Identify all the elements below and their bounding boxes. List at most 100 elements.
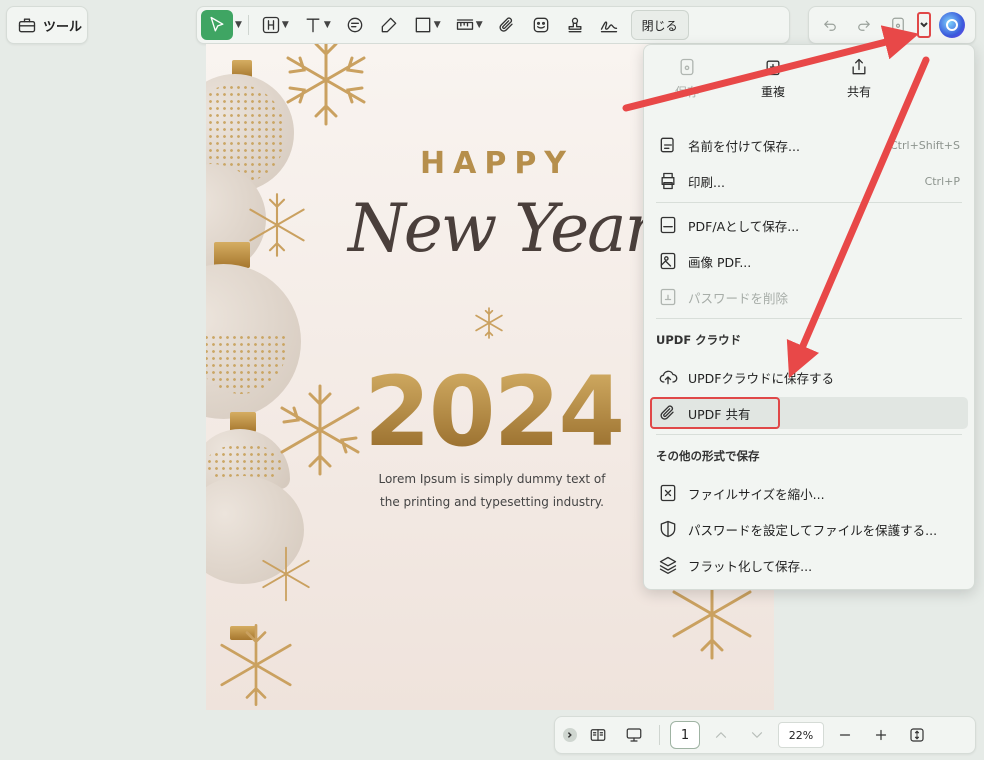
comment-icon xyxy=(345,15,365,35)
undo-button[interactable] xyxy=(815,11,845,39)
sticker-tool-button[interactable] xyxy=(525,10,557,40)
text-tool-button[interactable]: ▼ xyxy=(297,10,337,40)
body-text: Lorem Ipsum is simply dummy text of the … xyxy=(378,472,606,509)
chevron-down-icon xyxy=(920,22,928,28)
menu-item-remove-password[interactable]: パスワードを削除 xyxy=(650,281,968,313)
year-text: 2024 xyxy=(364,356,625,468)
menu-duplicate-button[interactable]: 重複 xyxy=(730,57,816,125)
rectangle-icon xyxy=(413,15,433,35)
attach-tool-button[interactable] xyxy=(491,10,523,40)
main-toolbar: ▼ ▼ ▼ ▼ ▼ 閉じる xyxy=(196,6,790,44)
menu-item-label: UPDF 共有 xyxy=(688,406,751,422)
fit-icon xyxy=(908,726,926,744)
close-button[interactable]: 閉じる xyxy=(630,10,689,40)
menu-divider xyxy=(656,434,962,435)
chevron-down-icon xyxy=(748,726,766,744)
right-toolbar xyxy=(808,6,976,44)
menu-item-reduce-size[interactable]: ファイルサイズを縮小... xyxy=(650,477,968,509)
fit-page-button[interactable] xyxy=(902,721,932,749)
compress-icon xyxy=(658,483,678,503)
page-view-button[interactable] xyxy=(583,721,613,749)
heading-icon xyxy=(261,15,281,35)
menu-item-label: ファイルサイズを縮小... xyxy=(688,486,825,502)
book-icon xyxy=(589,726,607,744)
pdfa-icon xyxy=(658,215,678,235)
menu-item-image-pdf[interactable]: 画像 PDF... xyxy=(650,245,968,277)
shape-tool-button[interactable]: ▼ xyxy=(407,10,447,40)
text-icon xyxy=(303,15,323,35)
menu-item-save-as[interactable]: 名前を付けて保存... Ctrl+Shift+S xyxy=(650,129,968,161)
redo-icon xyxy=(855,16,873,34)
menu-item-protect[interactable]: パスワードを設定してファイルを保護する... xyxy=(650,513,968,545)
image-icon xyxy=(658,251,678,271)
snowflake xyxy=(276,44,376,134)
zoom-level[interactable]: 22% xyxy=(778,722,824,748)
undo-icon xyxy=(821,16,839,34)
menu-item-save-pdfa[interactable]: PDF/Aとして保存... xyxy=(650,209,968,241)
chevron-down-icon[interactable]: ▼ xyxy=(235,20,242,30)
pen-icon xyxy=(379,15,399,35)
signature-icon xyxy=(599,15,619,35)
other-formats-heading: その他の形式で保存 xyxy=(656,449,760,463)
snowflake xyxy=(256,534,316,618)
redo-button[interactable] xyxy=(849,11,879,39)
next-page-button[interactable] xyxy=(742,721,772,749)
save-icon xyxy=(889,16,907,34)
save-dropdown-menu: 保存 重複 共有 名前を付けて保存... Ctrl+Shift+S 印刷... … xyxy=(643,44,975,590)
stamp-tool-button[interactable] xyxy=(559,10,591,40)
ruler-icon xyxy=(455,15,475,35)
zoom-out-button[interactable] xyxy=(830,721,860,749)
cloud-upload-icon xyxy=(658,367,678,387)
chevron-down-icon: ▼ xyxy=(323,20,331,30)
menu-save-button[interactable]: 保存 xyxy=(644,57,730,125)
zoom-in-button[interactable] xyxy=(866,721,896,749)
menu-share-button[interactable]: 共有 xyxy=(816,57,902,125)
menu-divider xyxy=(656,318,962,319)
printer-icon xyxy=(658,171,678,191)
cursor-icon xyxy=(207,15,227,35)
measure-tool-button[interactable]: ▼ xyxy=(449,10,489,40)
save-menu-toggle[interactable] xyxy=(917,12,931,38)
heading-tool-button[interactable]: ▼ xyxy=(255,10,295,40)
menu-item-label: 名前を付けて保存... xyxy=(688,138,800,154)
cloud-section-heading: UPDF クラウド xyxy=(656,333,742,347)
tools-button[interactable]: ツール xyxy=(6,6,88,44)
shortcut-label: Ctrl+P xyxy=(924,174,960,188)
previous-page-button[interactable] xyxy=(706,721,736,749)
comment-tool-button[interactable] xyxy=(339,10,371,40)
shortcut-label: Ctrl+Shift+S xyxy=(890,138,960,152)
snowflake xyxy=(206,620,306,710)
save-as-icon xyxy=(658,135,678,155)
layers-icon xyxy=(658,555,678,575)
menu-item-label: フラット化して保存... xyxy=(688,558,813,574)
chevron-up-icon xyxy=(712,726,730,744)
menu-item-label: パスワードを削除 xyxy=(688,290,789,306)
sticker-icon xyxy=(531,15,551,35)
menu-item-print[interactable]: 印刷... Ctrl+P xyxy=(650,165,968,197)
page-number-input[interactable]: 1 xyxy=(670,721,700,749)
highlight-tool-button[interactable] xyxy=(373,10,405,40)
shield-icon xyxy=(658,519,678,539)
save-icon xyxy=(677,57,697,77)
ai-icon xyxy=(946,19,958,31)
menu-item-save-cloud[interactable]: UPDFクラウドに保存する xyxy=(650,361,968,393)
menu-duplicate-label: 重複 xyxy=(760,85,785,99)
save-button[interactable] xyxy=(883,11,913,39)
duplicate-icon xyxy=(763,57,783,77)
expand-panel-button[interactable] xyxy=(563,728,577,742)
select-tool-button[interactable] xyxy=(201,10,233,40)
menu-item-updf-share[interactable]: UPDF 共有 xyxy=(650,397,968,429)
menu-item-flatten[interactable]: フラット化して保存... xyxy=(650,549,968,581)
ai-assistant-button[interactable] xyxy=(939,12,965,38)
signature-tool-button[interactable] xyxy=(593,10,625,40)
plus-icon xyxy=(872,726,890,744)
tools-label: ツール xyxy=(43,19,83,35)
small-snowflake xyxy=(472,306,506,344)
menu-item-label: 印刷... xyxy=(688,174,725,190)
presentation-button[interactable] xyxy=(619,721,649,749)
bottom-toolbar: 1 22% xyxy=(554,716,976,754)
presentation-icon xyxy=(625,726,643,744)
new-year-heading: New Year! xyxy=(348,190,681,267)
link-icon xyxy=(658,403,678,423)
chevron-down-icon: ▼ xyxy=(475,20,483,30)
